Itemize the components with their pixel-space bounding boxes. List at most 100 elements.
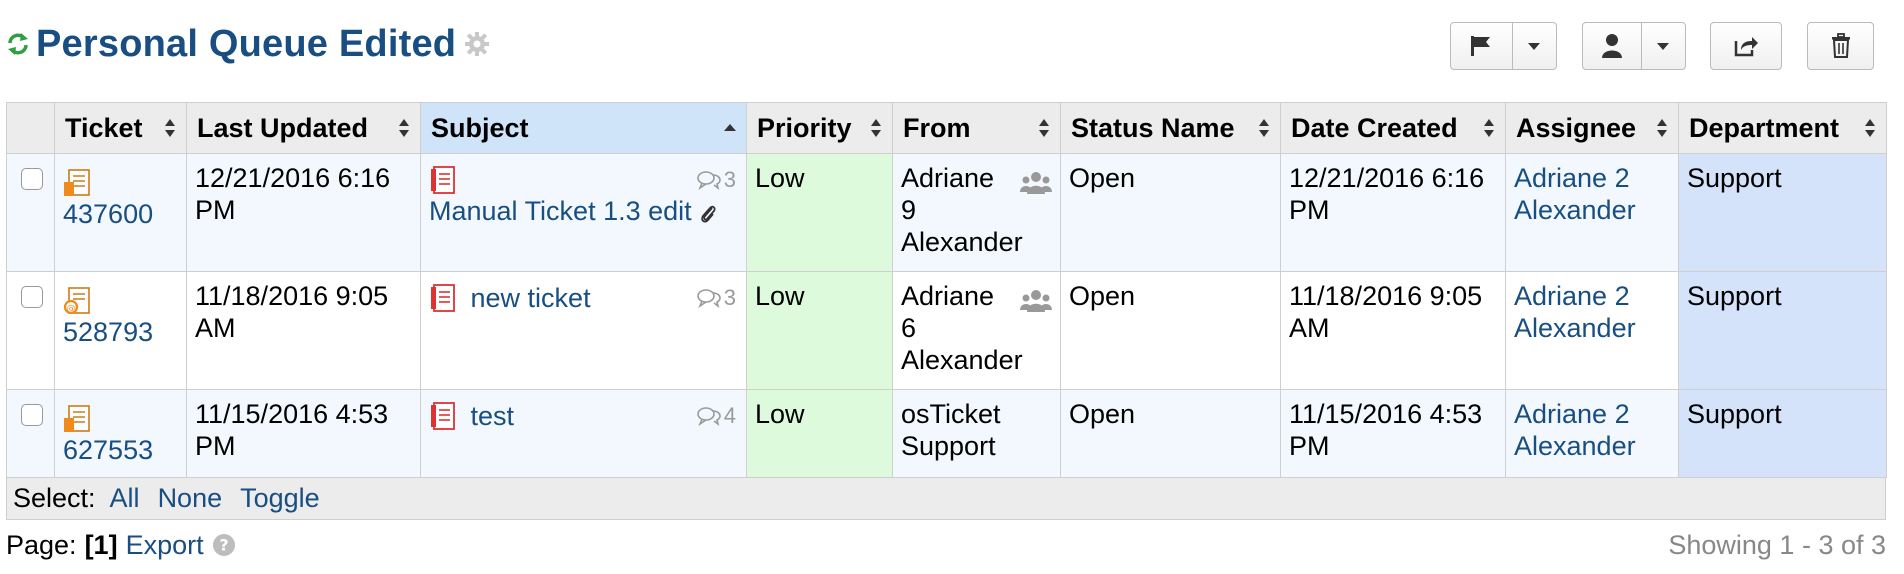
- row-checkbox[interactable]: [21, 286, 43, 308]
- select-bar: Select: All None Toggle: [6, 478, 1886, 520]
- queue-page: Personal Queue Edited Ticket Last Update…: [0, 0, 1904, 574]
- page-label: Page:: [6, 529, 77, 560]
- ticket-number-link[interactable]: 627553: [63, 435, 153, 465]
- sort-icon: [165, 119, 175, 137]
- transfer-button[interactable]: [1710, 22, 1782, 70]
- select-all-link[interactable]: All: [110, 483, 140, 514]
- from-name: osTicket Support: [901, 399, 1001, 461]
- ticket-cell: 437600: [54, 153, 187, 272]
- column-header-last-updated[interactable]: Last Updated: [186, 102, 421, 154]
- subject-link[interactable]: Manual Ticket 1.3 edit: [429, 196, 692, 226]
- ticket-number-link[interactable]: 528793: [63, 317, 153, 347]
- comments-icon: [696, 171, 721, 190]
- column-header-status-name[interactable]: Status Name: [1060, 102, 1281, 154]
- row-checkbox[interactable]: [21, 404, 43, 426]
- sort-icon: [1039, 119, 1049, 137]
- department-cell: Support: [1678, 389, 1887, 478]
- ticket-source-icon: [431, 401, 455, 430]
- delete-button[interactable]: [1807, 22, 1874, 70]
- pagination-footer: Page: [1] Export ? Showing 1 - 3 of 3: [6, 524, 1886, 566]
- priority-cell: Low: [746, 153, 893, 272]
- subject-cell: new ticket 3: [420, 271, 747, 390]
- row-select-cell: [6, 271, 55, 390]
- column-header-assignee[interactable]: Assignee: [1505, 102, 1679, 154]
- assignee-cell: Adriane 2 Alexander: [1505, 389, 1679, 478]
- ticket-source-icon: [431, 165, 455, 194]
- column-header-ticket[interactable]: Ticket: [54, 102, 187, 154]
- table-row[interactable]: @ 528793 11/18/2016 9:05 AM new ticket 3…: [6, 271, 1887, 390]
- subject-link[interactable]: new ticket: [471, 283, 591, 313]
- priority-cell: Low: [746, 389, 893, 478]
- date-created-cell: 11/15/2016 4:53 PM: [1280, 389, 1506, 478]
- collaborators-icon: [1020, 290, 1052, 312]
- export-link[interactable]: Export: [126, 530, 204, 561]
- svg-text:@: @: [67, 304, 76, 314]
- last-updated-cell: 11/18/2016 9:05 AM: [186, 271, 421, 390]
- sort-icon: [399, 119, 409, 137]
- current-page: [1]: [84, 529, 118, 560]
- sort-icon: [1657, 119, 1667, 137]
- ticket-table: Ticket Last Updated Subject Priority Fro…: [6, 102, 1887, 478]
- department-cell: Support: [1678, 153, 1887, 272]
- collaborators-icon: [1020, 172, 1052, 194]
- chevron-down-icon: [1528, 43, 1541, 50]
- row-select-cell: [6, 389, 55, 478]
- department-cell: Support: [1678, 271, 1887, 390]
- last-updated-cell: 11/15/2016 4:53 PM: [186, 389, 421, 478]
- gear-icon[interactable]: [464, 31, 490, 57]
- assign-button[interactable]: [1582, 22, 1686, 70]
- flag-icon: [1471, 36, 1491, 56]
- table-header: Ticket Last Updated Subject Priority Fro…: [6, 102, 1887, 154]
- ticket-source-icon: [431, 283, 455, 312]
- select-toggle-link[interactable]: Toggle: [240, 483, 320, 514]
- sort-icon: [1865, 119, 1875, 137]
- from-cell: Adriane 6 Alexander: [892, 271, 1061, 390]
- flag-button[interactable]: [1450, 22, 1557, 70]
- table-row[interactable]: 437600 12/21/2016 6:16 PM 3 Manual Ticke…: [6, 153, 1887, 272]
- from-cell: osTicket Support: [892, 389, 1061, 478]
- refresh-icon[interactable]: [6, 30, 30, 58]
- column-header-department[interactable]: Department: [1678, 102, 1887, 154]
- subject-cell: 3 Manual Ticket 1.3 edit: [420, 153, 747, 272]
- from-name: Adriane 6 Alexander: [901, 281, 1023, 375]
- from-name: Adriane 9 Alexander: [901, 163, 1023, 257]
- ticket-icon: @: [63, 287, 90, 315]
- select-column-header: [6, 102, 55, 154]
- ticket-number-link[interactable]: 437600: [63, 199, 153, 229]
- ticket-icon: [64, 169, 90, 196]
- select-label: Select:: [13, 483, 96, 513]
- column-header-from[interactable]: From: [892, 102, 1061, 154]
- ticket-icon: [64, 405, 90, 432]
- column-header-subject[interactable]: Subject: [420, 102, 747, 154]
- assignee-link[interactable]: Adriane 2 Alexander: [1514, 163, 1636, 225]
- sort-icon: [871, 119, 881, 137]
- title-row: Personal Queue Edited: [6, 14, 490, 74]
- assignee-link[interactable]: Adriane 2 Alexander: [1514, 281, 1636, 343]
- ticket-cell: 627553: [54, 389, 187, 478]
- assignee-cell: Adriane 2 Alexander: [1505, 153, 1679, 272]
- thread-count: 3: [696, 282, 736, 314]
- help-icon[interactable]: ?: [212, 533, 236, 557]
- column-header-priority[interactable]: Priority: [746, 102, 893, 154]
- from-cell: Adriane 9 Alexander: [892, 153, 1061, 272]
- column-header-date-created[interactable]: Date Created: [1280, 102, 1506, 154]
- priority-cell: Low: [746, 271, 893, 390]
- subject-cell: test 4: [420, 389, 747, 478]
- row-select-cell: [6, 153, 55, 272]
- status-cell: Open: [1060, 389, 1281, 478]
- sort-ascending-icon: [724, 124, 736, 131]
- subject-link[interactable]: test: [471, 401, 515, 431]
- status-cell: Open: [1060, 153, 1281, 272]
- row-checkbox[interactable]: [21, 168, 43, 190]
- select-none-link[interactable]: None: [158, 483, 223, 514]
- date-created-cell: 12/21/2016 6:16 PM: [1280, 153, 1506, 272]
- showing-count: Showing 1 - 3 of 3: [1668, 529, 1886, 560]
- thread-count: 4: [696, 400, 736, 432]
- last-updated-cell: 12/21/2016 6:16 PM: [186, 153, 421, 272]
- sort-icon: [1484, 119, 1494, 137]
- assignee-cell: Adriane 2 Alexander: [1505, 271, 1679, 390]
- assignee-link[interactable]: Adriane 2 Alexander: [1514, 399, 1636, 461]
- table-row[interactable]: 627553 11/15/2016 4:53 PM test 4 Low osT…: [6, 389, 1887, 478]
- svg-text:?: ?: [219, 536, 228, 555]
- user-icon: [1601, 34, 1622, 58]
